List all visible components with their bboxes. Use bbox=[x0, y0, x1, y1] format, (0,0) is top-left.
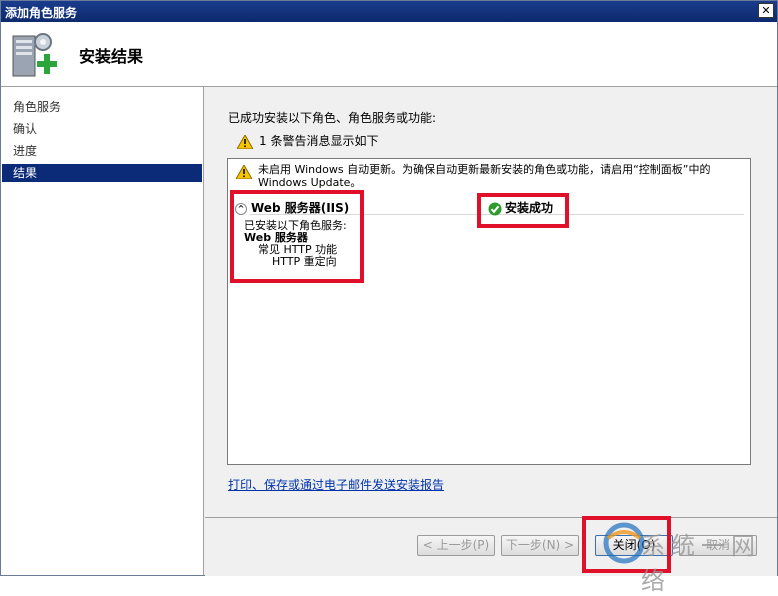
warning-summary: 1 条警告消息显示如下 bbox=[236, 132, 379, 149]
wizard-steps-sidebar: 角色服务 确认 进度 结果 bbox=[1, 87, 204, 575]
role-header[interactable]: ^ Web 服务器(IIS) bbox=[235, 199, 349, 216]
add-role-services-dialog: 添加角色服务 ✕ 安装结果 角色服务 确认 进度 结果 已成功安装以下角色、角色… bbox=[0, 0, 778, 595]
server-add-icon bbox=[9, 28, 63, 82]
title-bar[interactable]: 添加角色服务 ✕ bbox=[1, 1, 777, 22]
close-window-button[interactable]: ✕ bbox=[758, 3, 774, 18]
warning-icon bbox=[236, 165, 252, 179]
watermark-text: 系统一网络 bbox=[641, 532, 761, 595]
success-check-icon bbox=[488, 202, 502, 215]
results-content: 已成功安装以下角色、角色服务或功能: 1 条警告消息显示如下 未启用 Windo… bbox=[205, 87, 777, 517]
window-title: 添加角色服务 bbox=[5, 6, 78, 20]
sidebar-item-confirm[interactable]: 确认 bbox=[2, 120, 202, 138]
wizard-header: 安装结果 bbox=[1, 22, 777, 87]
warning-icon bbox=[236, 133, 254, 149]
role-title: Web 服务器(IIS) bbox=[251, 201, 350, 215]
sidebar-item-results[interactable]: 结果 bbox=[2, 164, 202, 182]
sidebar-item-role-services[interactable]: 角色服务 bbox=[2, 98, 202, 116]
sidebar-item-label: 确认 bbox=[13, 122, 38, 136]
results-panel[interactable]: 未启用 Windows 自动更新。为确保自动更新最新安装的角色或功能，请启用“控… bbox=[227, 158, 751, 465]
collapse-icon[interactable]: ^ bbox=[235, 202, 247, 215]
sidebar-item-label: 进度 bbox=[13, 144, 38, 158]
install-status: 安装成功 bbox=[488, 199, 553, 216]
sidebar-item-progress[interactable]: 进度 bbox=[2, 142, 202, 160]
sidebar-item-label: 结果 bbox=[13, 166, 38, 180]
page-title: 安装结果 bbox=[79, 47, 144, 66]
role-details: 已安装以下角色服务: Web 服务器 常见 HTTP 功能 HTTP 重定向 bbox=[244, 220, 347, 268]
next-button[interactable]: 下一步(N) > bbox=[501, 535, 579, 556]
previous-button[interactable]: < 上一步(P) bbox=[417, 535, 495, 556]
report-link[interactable]: 打印、保存或通过电子邮件发送安装报告 bbox=[228, 476, 444, 493]
note-text: 未启用 Windows 自动更新。为确保自动更新最新安装的角色或功能，请启用“控… bbox=[258, 163, 711, 189]
warning-summary-text: 1 条警告消息显示如下 bbox=[259, 134, 379, 148]
status-text: 安装成功 bbox=[505, 201, 554, 215]
service-http-redirect: HTTP 重定向 bbox=[272, 255, 337, 268]
success-message: 已成功安装以下角色、角色服务或功能: bbox=[228, 111, 437, 125]
update-warning-note: 未启用 Windows 自动更新。为确保自动更新最新安装的角色或功能，请启用“控… bbox=[236, 163, 746, 189]
sidebar-item-label: 角色服务 bbox=[13, 100, 62, 114]
